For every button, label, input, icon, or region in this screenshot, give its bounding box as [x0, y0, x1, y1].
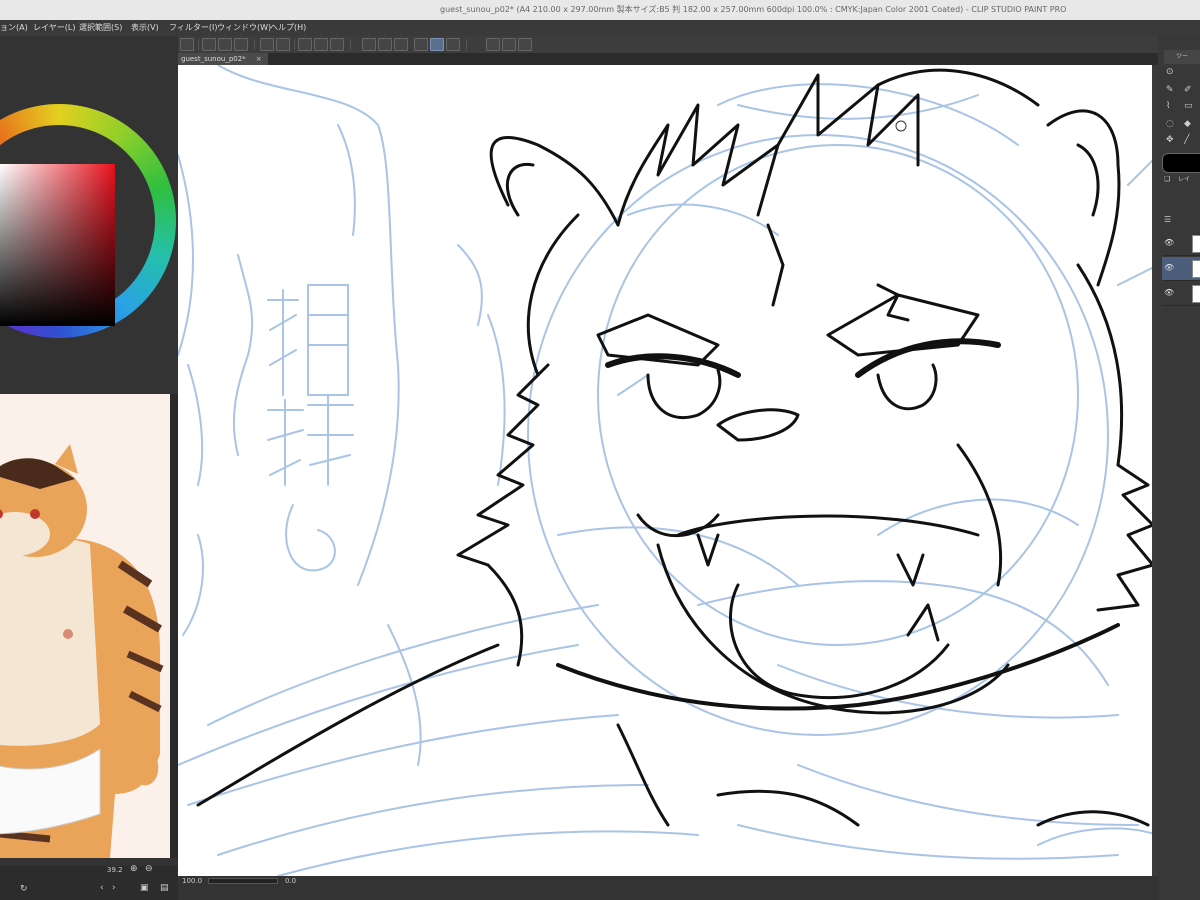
- document-tabbar: guest_sunou_p02* ×: [178, 53, 1158, 65]
- snap-ruler-icon[interactable]: [430, 38, 444, 51]
- trash-icon[interactable]: ▤: [160, 883, 169, 893]
- deselect-icon[interactable]: [362, 38, 376, 51]
- layer-row[interactable]: 👁: [1162, 282, 1200, 306]
- rotate-icon[interactable]: ↻: [20, 884, 28, 894]
- command-toolbar: [178, 36, 1200, 53]
- clear-layer-icon[interactable]: [298, 38, 312, 51]
- toolbar-separator: [466, 39, 467, 50]
- close-icon[interactable]: ×: [256, 53, 262, 65]
- layer-row-selected[interactable]: 👁: [1162, 257, 1200, 281]
- menu-window[interactable]: ウィンドウ(W): [217, 20, 271, 36]
- new-file-icon[interactable]: [202, 38, 216, 51]
- saturation-value-square[interactable]: [0, 164, 115, 326]
- status-angle-value[interactable]: 0.0: [285, 877, 296, 885]
- open-folder-icon[interactable]: ▣: [140, 883, 149, 893]
- document-tab-label: guest_sunou_p02*: [181, 55, 246, 63]
- brush-icon[interactable]: ⌇: [1166, 102, 1170, 111]
- fill-icon[interactable]: ◆: [1184, 120, 1191, 129]
- drawing-canvas[interactable]: [178, 65, 1158, 876]
- main-color-swatch[interactable]: [1162, 153, 1200, 173]
- menu-animation[interactable]: ョン(A): [0, 20, 28, 36]
- tool-panel-tab[interactable]: ツー: [1164, 50, 1200, 64]
- line-icon[interactable]: ╱: [1184, 136, 1189, 145]
- help-icon[interactable]: [486, 38, 500, 51]
- menu-layer[interactable]: レイヤー(L): [33, 20, 75, 36]
- color-wheel-panel: [0, 66, 178, 398]
- toolbar-separator: [350, 39, 351, 50]
- layer-menu-icon[interactable]: ☰: [1164, 216, 1171, 224]
- status-bar: 100.0 0.0: [178, 876, 1158, 900]
- transform-icon[interactable]: [330, 38, 344, 51]
- save-icon[interactable]: [234, 38, 248, 51]
- gear-icon[interactable]: [180, 38, 194, 51]
- layout-icon[interactable]: [502, 38, 516, 51]
- reference-image: [0, 394, 170, 858]
- menu-view[interactable]: 表示(V): [131, 20, 159, 36]
- reference-bottom-bar: 39.2 ⊕ ⊖ ↻ ‹ › ▣ ▤: [0, 864, 178, 900]
- layer-icon[interactable]: ❏: [1164, 176, 1170, 183]
- canvas-artwork: [178, 65, 1158, 876]
- reference-illustration: [0, 444, 164, 858]
- tool-dropdown-icon[interactable]: ⊙: [1166, 68, 1174, 77]
- brush-cursor: [895, 120, 907, 132]
- layer-panel-tab[interactable]: レイ: [1178, 177, 1190, 183]
- layer-thumbnail: [1192, 285, 1200, 303]
- eye-icon[interactable]: 👁: [1164, 263, 1174, 272]
- crop-icon[interactable]: [394, 38, 408, 51]
- layer-thumbnail: [1192, 260, 1200, 278]
- toolbar-separator: [294, 39, 295, 50]
- reference-zoom[interactable]: 39.2: [107, 866, 123, 874]
- redo-icon[interactable]: [276, 38, 290, 51]
- reference-scrollbar[interactable]: [170, 394, 178, 858]
- toolbar-separator: [254, 39, 255, 50]
- layer-row[interactable]: 👁: [1162, 232, 1200, 256]
- move-icon[interactable]: ✥: [1166, 136, 1174, 145]
- layer-thumbnail: [1192, 235, 1200, 253]
- snap-special-ruler-icon[interactable]: [446, 38, 460, 51]
- nav-left-icon[interactable]: ‹: [100, 883, 104, 893]
- invert-selection-icon[interactable]: [378, 38, 392, 51]
- menu-selection[interactable]: 選択範囲(S): [79, 20, 122, 36]
- right-panel: ツー ⊙ ✎ ✐ ⌇ ▭ ◌ ◆ ✥ ╱ ❏ レイ ☰ 👁 👁 👁: [1158, 36, 1200, 900]
- eraser-icon[interactable]: ▭: [1184, 102, 1193, 111]
- window-titlebar: guest_sunou_p02* (A4 210.00 x 297.00mm 製…: [0, 0, 1200, 20]
- fill-icon[interactable]: [314, 38, 328, 51]
- menu-filter[interactable]: フィルター(I): [169, 20, 217, 36]
- document-tab[interactable]: guest_sunou_p02* ×: [178, 53, 268, 65]
- eye-icon[interactable]: 👁: [1164, 238, 1174, 247]
- tool-panel-tab-label: ツー: [1176, 53, 1189, 60]
- window-icon[interactable]: [518, 38, 532, 51]
- zoom-out-icon[interactable]: ⊖: [145, 864, 153, 874]
- pen-icon[interactable]: [414, 38, 428, 51]
- pen-icon[interactable]: ✎: [1166, 86, 1174, 95]
- status-zoom-value[interactable]: 100.0: [182, 877, 202, 885]
- toolbar-separator: [198, 39, 199, 50]
- lasso-icon[interactable]: ◌: [1166, 120, 1174, 129]
- zoom-in-icon[interactable]: ⊕: [130, 864, 138, 874]
- menu-help[interactable]: ヘルプ(H): [270, 20, 306, 36]
- marker-icon[interactable]: ✐: [1184, 86, 1192, 95]
- menu-bar: ョン(A) レイヤー(L) 選択範囲(S) 表示(V) フィルター(I) ウィン…: [0, 20, 1200, 36]
- open-folder-icon[interactable]: [218, 38, 232, 51]
- undo-icon[interactable]: [260, 38, 274, 51]
- nav-right-icon[interactable]: ›: [112, 883, 116, 893]
- window-title: guest_sunou_p02* (A4 210.00 x 297.00mm 製…: [440, 5, 1067, 14]
- zoom-slider[interactable]: [208, 878, 278, 884]
- eye-icon[interactable]: 👁: [1164, 288, 1174, 297]
